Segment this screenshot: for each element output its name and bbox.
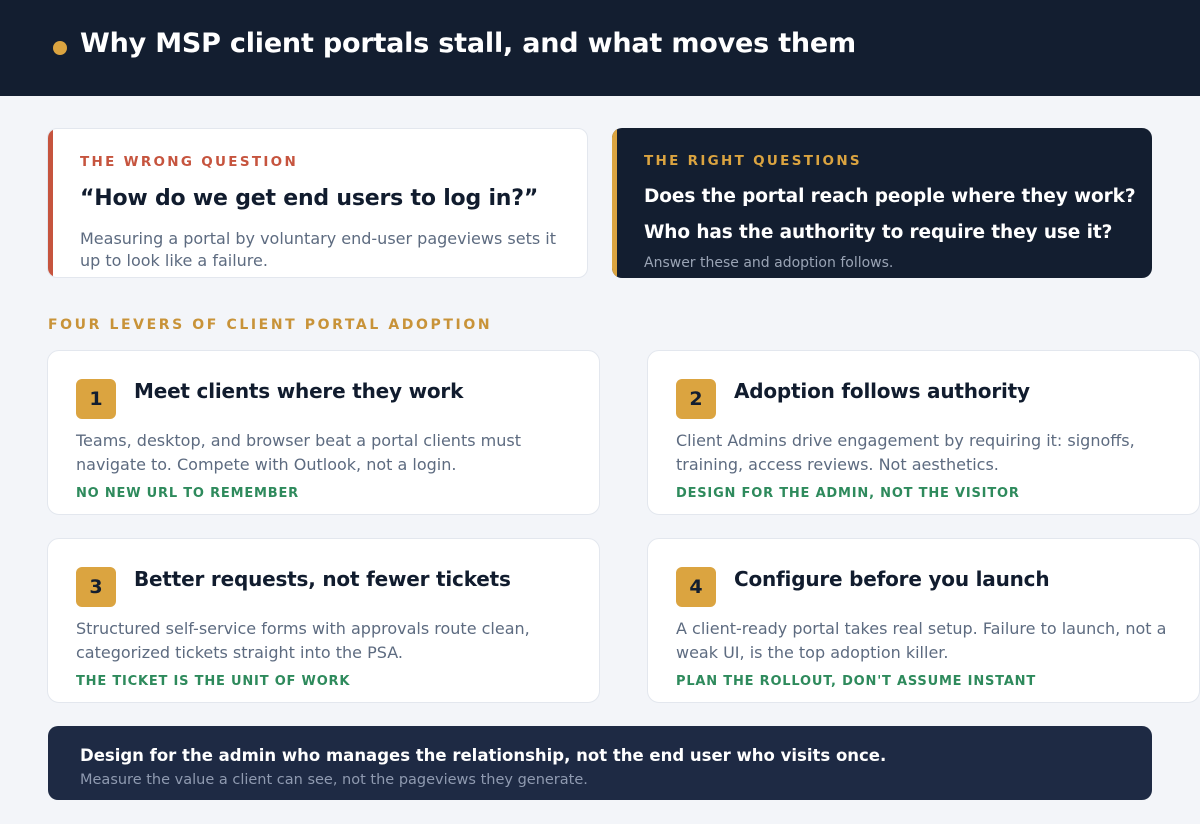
lever-number-badge: 2 — [676, 379, 716, 419]
lever-card-4: 4 Configure before you launch A client-r… — [647, 538, 1200, 703]
right-question-1: Does the portal reach people where they … — [644, 186, 1136, 207]
lever-title: Configure before you launch — [734, 567, 1050, 591]
lever-tag: PLAN THE ROLLOUT, DON'T ASSUME INSTANT — [676, 674, 1037, 689]
wrong-question-kicker: THE WRONG QUESTION — [80, 154, 299, 170]
wrong-question-accent-bar — [48, 129, 53, 277]
lever-tag: DESIGN FOR THE ADMIN, NOT THE VISITOR — [676, 486, 1020, 501]
right-questions-kicker: THE RIGHT QUESTIONS — [644, 153, 862, 169]
lever-body: Client Admins drive engagement by requir… — [676, 431, 1135, 474]
lever-body: A client-ready portal takes real setup. … — [676, 619, 1167, 662]
lever-title: Better requests, not fewer tickets — [134, 567, 511, 591]
lever-card-1: 1 Meet clients where they work Teams, de… — [47, 350, 600, 515]
lever-body: Structured self-service forms with appro… — [76, 619, 530, 662]
right-questions-note: Answer these and adoption follows. — [644, 255, 894, 271]
bullet-dot-icon — [53, 41, 67, 55]
page-title: Why MSP client portals stall, and what m… — [80, 28, 856, 59]
lever-number-badge: 1 — [76, 379, 116, 419]
lever-card-2: 2 Adoption follows authority Client Admi… — [647, 350, 1200, 515]
lever-card-3: 3 Better requests, not fewer tickets Str… — [47, 538, 600, 703]
lever-number-badge: 3 — [76, 567, 116, 607]
wrong-question-description: Measuring a portal by voluntary end-user… — [80, 229, 556, 270]
right-questions-accent-bar — [612, 128, 617, 278]
levers-section-title: FOUR LEVERS OF CLIENT PORTAL ADOPTION — [48, 317, 493, 333]
lever-tag: NO NEW URL TO REMEMBER — [76, 486, 299, 501]
footer-sub-text: Measure the value a client can see, not … — [80, 772, 588, 788]
right-questions-card: THE RIGHT QUESTIONS Does the portal reac… — [612, 128, 1152, 278]
wrong-question-card: THE WRONG QUESTION “How do we get end us… — [47, 128, 588, 278]
lever-tag: THE TICKET IS THE UNIT OF WORK — [76, 674, 351, 689]
footer-main-text: Design for the admin who manages the rel… — [80, 746, 887, 765]
summary-footer: Design for the admin who manages the rel… — [48, 726, 1152, 800]
lever-title: Meet clients where they work — [134, 379, 464, 403]
lever-number-badge: 4 — [676, 567, 716, 607]
right-question-2: Who has the authority to require they us… — [644, 222, 1113, 243]
wrong-question-quote: “How do we get end users to log in?” — [80, 186, 539, 211]
lever-body: Teams, desktop, and browser beat a porta… — [76, 431, 521, 474]
page-header: Why MSP client portals stall, and what m… — [0, 0, 1200, 96]
lever-title: Adoption follows authority — [734, 379, 1030, 403]
